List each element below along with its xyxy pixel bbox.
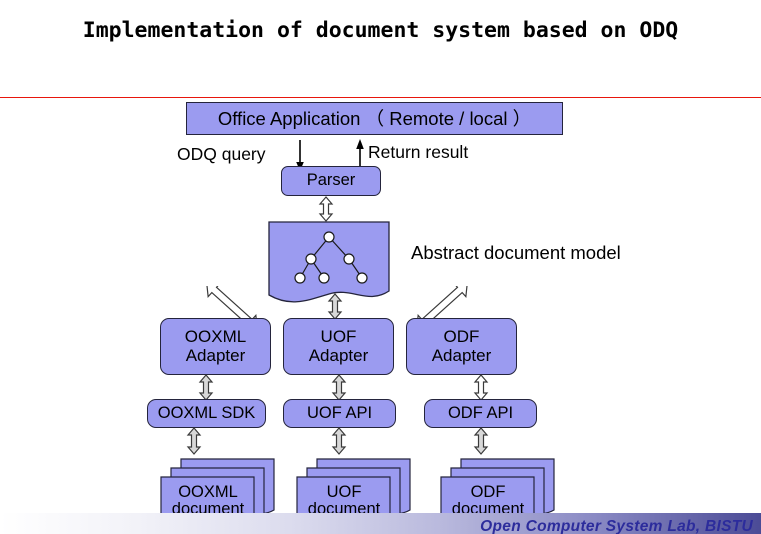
odf-adapter-to-api-arrow-icon [473,374,489,401]
ooxml-sdk-box[interactable]: OOXML SDK [147,399,266,428]
sdk-to-ooxml-document-arrow-icon [186,427,202,455]
page-title: Implementation of document system based … [82,18,679,43]
title-divider-rule [0,97,761,98]
odq-query-label: ODQ query [177,144,266,164]
uof-adapter-box[interactable]: UOF Adapter [283,318,394,375]
parser-to-model-arrow-icon [318,196,334,222]
odf-api-to-document-arrow-icon [473,427,489,455]
uof-api-to-document-arrow-icon [331,427,347,455]
model-to-uof-adapter-arrow-icon [327,293,343,320]
abstract-document-model-label: Abstract document model [411,242,621,263]
odf-api-box[interactable]: ODF API [424,399,537,428]
ooxml-adapter-to-sdk-arrow-icon [198,374,214,401]
ooxml-adapter-label: OOXML Adapter [184,327,247,365]
uof-adapter-to-api-arrow-icon [331,374,347,401]
slide-canvas: Implementation of document system based … [0,0,761,534]
footer-bar: Open Computer System Lab, BISTU [0,513,761,534]
uof-adapter-label: UOF Adapter [308,327,369,365]
ooxml-adapter-box[interactable]: OOXML Adapter [160,318,271,375]
office-application-box[interactable]: Office Application （ Remote / local ） [186,102,563,135]
parser-box[interactable]: Parser [281,166,381,196]
odf-adapter-label: ODF Adapter [431,327,492,365]
odf-adapter-box[interactable]: ODF Adapter [406,318,517,375]
uof-api-box[interactable]: UOF API [283,399,396,428]
return-result-label: Return result [368,142,469,162]
footer-text: Open Computer System Lab, BISTU [480,518,753,534]
